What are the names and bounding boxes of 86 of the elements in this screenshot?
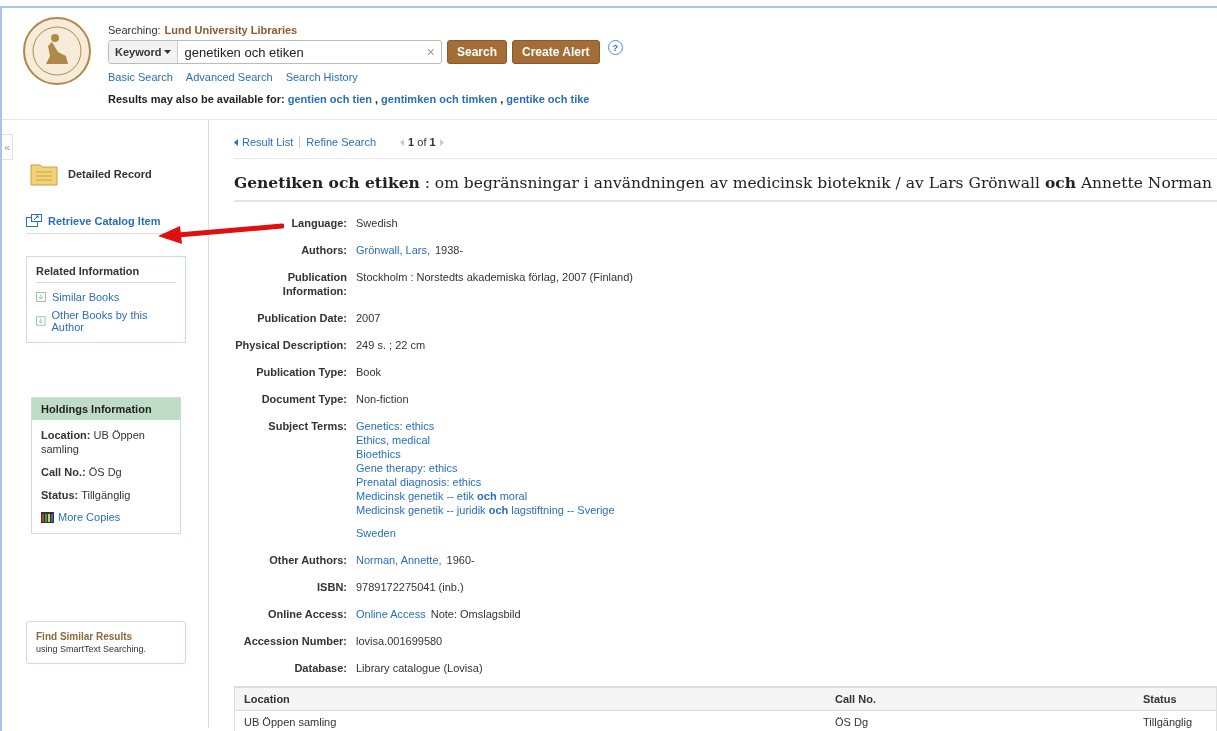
field-link[interactable]: Medicinsk genetik -- etik och moral [356, 489, 528, 503]
table-cell: UB Öppen samling [234, 710, 826, 731]
search-button[interactable]: Search [447, 40, 508, 64]
separator-text: , [375, 93, 379, 105]
record-title: Genetiken och etiken : om begränsningar i användningen av medicinsk bioteknik / av Lars Grönwall och Annette Norman [234, 159, 1217, 202]
field-link[interactable]: Online Access [356, 607, 426, 621]
field-value: 1960- [446, 553, 475, 567]
search-link[interactable]: Advanced Search [185, 71, 273, 83]
field-value: Note: Omslagsbild [430, 607, 521, 621]
external-window-icon [26, 214, 42, 227]
table-cell: Tillgänglig [1134, 710, 1217, 731]
find-similar-panel[interactable]: Find Similar Results using SmartText Searching. [26, 621, 186, 664]
field-value: Stockholm : Norstedts akademiska förlag, 2007 (Finland) [356, 270, 633, 284]
field-value: Book [356, 365, 382, 379]
refine-search-link[interactable]: Refine Search [306, 136, 377, 148]
panel-title: Find Similar Results [36, 631, 134, 642]
field-label: Subject Terms: [267, 419, 347, 434]
field-value: Non-fiction [356, 392, 409, 406]
caret-icon [164, 50, 172, 54]
field-link[interactable]: Medicinsk genetik -- juridik och lagstiftning -- Sverige [356, 503, 615, 517]
search-type-dropdown[interactable]: Keyword [109, 41, 179, 63]
field-link[interactable]: Norman, Annette, [356, 553, 442, 567]
suggestion-link[interactable]: gentimken och timken [381, 93, 498, 105]
folder-icon [30, 162, 58, 186]
column-header: Location [234, 687, 826, 711]
panel-title: Related Information [36, 265, 176, 283]
table-cell: ÖS Dg [826, 710, 1134, 731]
detailed-record-label: Detailed Record [68, 168, 152, 180]
next-icon[interactable] [439, 138, 444, 146]
field-label: ISBN: [316, 580, 347, 594]
panel-title: Holdings Information [32, 398, 180, 420]
field-value: 2007 [356, 311, 381, 325]
field-link[interactable]: Gene therapy: ethics [356, 461, 458, 475]
related-link[interactable]: Similar Books [52, 291, 120, 303]
left-triangle-icon [234, 138, 238, 146]
result-list-link[interactable]: Result List [242, 136, 294, 148]
suggestion-link[interactable]: gentien och tien [287, 93, 373, 105]
field-value: 249 s. ; 22 cm [356, 338, 426, 352]
field-label: Language: [290, 216, 347, 230]
record-position: 1 of 1 [408, 136, 436, 148]
searching-label: Searching: [108, 24, 161, 36]
field-label: Publication Information: [281, 270, 347, 298]
field-value: Library catalogue (Lovisa) [356, 661, 483, 675]
field-link[interactable]: Prenatal diagnosis: ethics [356, 475, 482, 489]
separator-text: , [500, 93, 504, 105]
collapse-button[interactable]: « [2, 134, 13, 160]
column-header: Call No. [826, 687, 1134, 711]
clear-button[interactable]: × [420, 44, 441, 60]
expand-icon [36, 292, 46, 302]
search-link[interactable]: Basic Search [108, 71, 173, 83]
search-button[interactable]: Create Alert [512, 40, 600, 64]
searching-source: Lund University Libraries [164, 24, 298, 36]
field-label: Document Type: [260, 392, 347, 406]
field-label: Physical Description: [234, 338, 347, 352]
field-link[interactable]: Bioethics [356, 447, 401, 461]
holdings-text: Location: UB Öppen samling [41, 428, 146, 456]
column-header: Status [1134, 687, 1217, 711]
field-link[interactable]: Ethics, medical [356, 433, 430, 447]
search-field[interactable]: Keyword genetiken och etiken × [108, 40, 442, 64]
panel-subtitle: using SmartText Searching. [36, 644, 148, 654]
more-copies-link[interactable]: More Copies [58, 511, 121, 523]
field-link[interactable]: Grönwall, Lars, [356, 243, 430, 257]
field-label: Other Authors: [268, 553, 347, 567]
holdings-text: Status: Tillgänglig [41, 488, 132, 502]
suggestion-label: Results may also be available for: [108, 93, 285, 105]
field-label: Authors: [300, 243, 347, 257]
holdings-text: Call No.: ÖS Dg [41, 465, 123, 479]
university-seal-drawing [22, 16, 92, 86]
previous-icon[interactable] [400, 138, 405, 146]
field-link[interactable]: Genetics: ethics [356, 419, 435, 433]
field-label: Database: [293, 661, 347, 675]
field-link[interactable]: Sweden [356, 526, 396, 540]
shelf-icon [41, 511, 54, 523]
suggestion-link[interactable]: gentike och tike [506, 93, 590, 105]
related-link[interactable]: Other Books by this Author [51, 309, 176, 333]
field-label: Publication Date: [256, 311, 347, 325]
expand-icon [36, 316, 46, 326]
field-label: Accession Number: [242, 634, 347, 648]
field-value: Swedish [356, 216, 398, 230]
field-label: Publication Type: [255, 365, 347, 379]
field-value: lovisa.001699580 [356, 634, 443, 648]
field-value: 1938- [435, 243, 464, 257]
field-value: 9789172275041 (inb.) [356, 580, 464, 594]
retrieve-catalog-item-link[interactable]: Retrieve Catalog Item [48, 214, 161, 227]
field-label: Online Access: [266, 607, 347, 621]
search-link[interactable]: Search History [285, 71, 358, 83]
